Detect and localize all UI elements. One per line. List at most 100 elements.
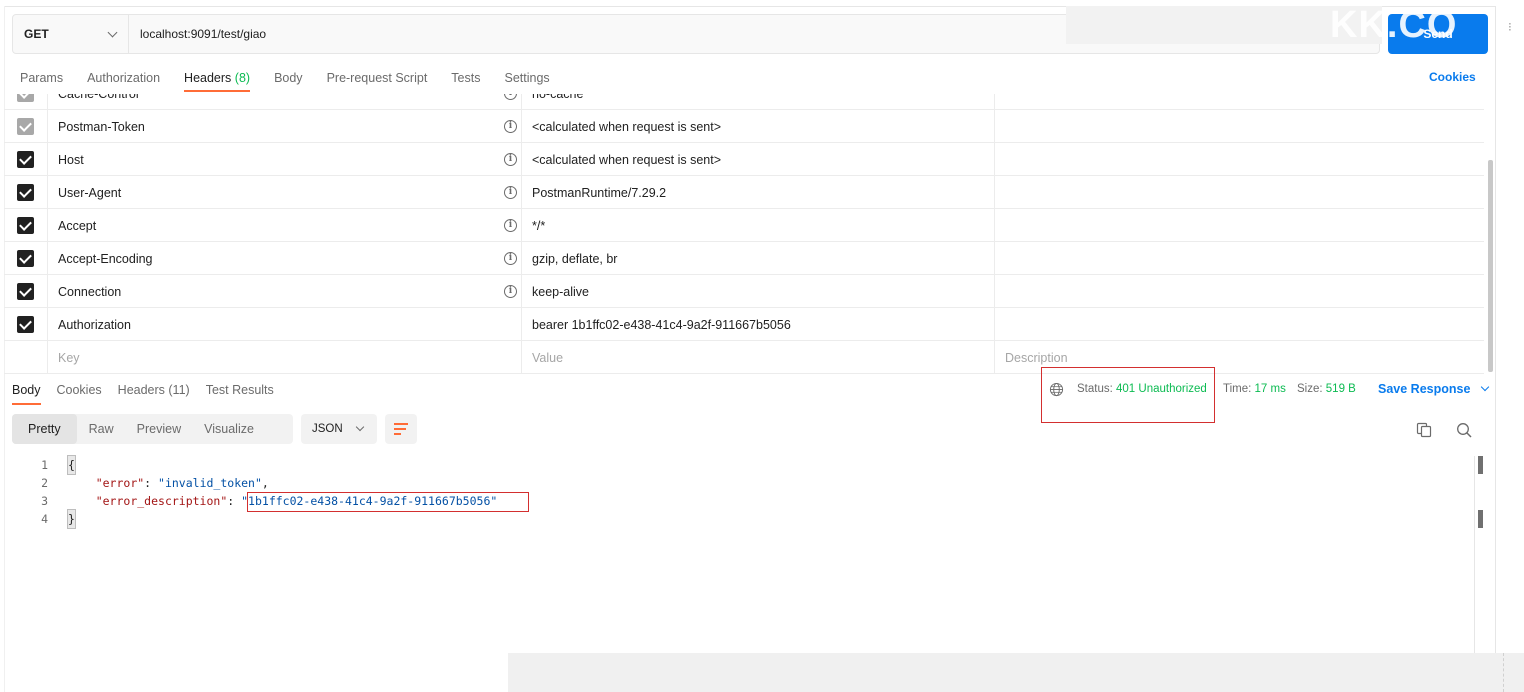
checkbox-cell [4,209,48,242]
info-icon[interactable]: i [504,252,517,265]
value-cell[interactable]: <calculated when request is sent> [522,110,995,143]
checkbox-cell [4,143,48,176]
key-cell[interactable]: Postman-Token i [48,110,522,143]
status-label: Status: [1077,383,1113,395]
info-icon[interactable]: i [504,120,517,133]
code-line: 2 "error": "invalid_token", [12,474,1472,492]
info-icon[interactable]: i [504,285,517,298]
value-cell[interactable]: <calculated when request is sent> [522,143,995,176]
size-meta: Size: 519 B [1297,383,1356,395]
enabled-checkbox[interactable] [17,250,34,267]
response-tabs: Body Cookies Headers (11) Test Results [4,376,282,406]
description-cell[interactable] [995,275,1484,308]
tab-settings[interactable]: Settings [496,62,557,94]
method-select[interactable]: GET [13,15,129,53]
checkbox-cell [4,242,48,275]
send-label: Send [1423,27,1453,41]
checkbox-cell [4,341,48,374]
value-cell[interactable]: gzip, deflate, br [522,242,995,275]
tab-tests[interactable]: Tests [443,62,488,94]
description-input[interactable]: Description [995,341,1484,374]
view-raw-button[interactable]: Raw [78,414,125,444]
info-icon[interactable]: i [504,153,517,166]
tab-label: Pre-request Script [326,71,428,85]
search-icon[interactable] [1456,422,1472,438]
tab-pre-request-script[interactable]: Pre-request Script [319,62,436,94]
value-input[interactable]: Value [522,341,995,374]
value-cell[interactable]: keep-alive [522,275,995,308]
key-cell[interactable]: Authorization [48,308,522,341]
description-cell[interactable] [995,176,1484,209]
key-cell[interactable]: Connection i [48,275,522,308]
response-body-editor[interactable]: 1{2 "error": "invalid_token", 3 "error_de… [12,455,1472,546]
description-cell[interactable] [995,143,1484,176]
key-cell[interactable]: Accept-Encoding i [48,242,522,275]
enabled-checkbox[interactable] [17,151,34,168]
value-cell[interactable]: no-cache [522,94,995,110]
time-meta: Time: 17 ms [1223,383,1286,395]
value-cell[interactable]: bearer 1b1ffc02-e438-41c4-9a2f-911667b50… [522,308,995,341]
json-punctuation [68,476,96,490]
json-string: "invalid_token" [158,476,262,490]
table-row: Host i <calculated when request is sent> [4,143,1484,176]
header-key: User-Agent [58,185,122,200]
enabled-checkbox[interactable] [17,184,34,201]
wrap-lines-button[interactable] [385,414,417,444]
info-icon[interactable]: i [504,219,517,232]
tab-params[interactable]: Params [12,62,71,94]
enabled-checkbox[interactable] [17,217,34,234]
json-key: "error_description" [95,494,228,508]
tab-headers[interactable]: Headers (8) [176,62,258,94]
header-key: Cache-Control [58,94,139,101]
scrollbar-thumb[interactable] [1488,160,1493,372]
table-row: Cache-Control i no-cache [4,94,1484,110]
description-cell[interactable] [995,209,1484,242]
code-text: { [67,455,76,475]
info-icon[interactable]: i [504,186,517,199]
key-cell[interactable]: Host i [48,143,522,176]
table-row: Postman-Token i <calculated when request i… [4,110,1484,143]
response-tab-cookies[interactable]: Cookies [49,376,110,404]
description-cell[interactable] [995,110,1484,143]
description-cell[interactable] [995,94,1484,110]
view-visualize-button[interactable]: Visualize [193,414,265,444]
response-tab-test-results[interactable]: Test Results [198,376,282,404]
send-button[interactable]: Send [1388,14,1488,54]
value-cell[interactable]: */* [522,209,995,242]
view-pretty-button[interactable]: Pretty [12,414,77,444]
editor-scroll-marker [1478,456,1483,474]
more-options-icon[interactable]: ⁝ [1508,20,1512,34]
description-cell[interactable] [995,242,1484,275]
copy-icon[interactable] [1416,422,1432,438]
tab-body[interactable]: Body [266,62,311,94]
checkbox-cell [4,275,48,308]
chevron-down-icon [1480,382,1490,392]
description-cell[interactable] [995,308,1484,341]
tab-label: Authorization [87,71,161,85]
enabled-checkbox[interactable] [17,118,34,135]
format-select[interactable]: JSON [301,414,377,444]
enabled-checkbox[interactable] [17,94,34,102]
tab-label: Tests [451,71,481,85]
code-line: 4} [12,509,1472,529]
cookies-link[interactable]: Cookies [1429,70,1476,84]
value-cell[interactable]: PostmanRuntime/7.29.2 [522,176,995,209]
checkbox-cell [4,110,48,143]
enabled-checkbox[interactable] [17,283,34,300]
globe-icon[interactable] [1049,382,1064,397]
enabled-checkbox[interactable] [17,316,34,333]
info-icon[interactable]: i [504,94,517,100]
key-cell[interactable]: User-Agent i [48,176,522,209]
table-row: User-Agent i PostmanRuntime/7.29.2 [4,176,1484,209]
view-preview-button[interactable]: Preview [126,414,192,444]
tab-authorization[interactable]: Authorization [79,62,168,94]
save-response-button[interactable]: Save Response [1378,382,1490,396]
key-cell[interactable]: Accept i [48,209,522,242]
tab-count-badge: (8) [234,71,251,85]
status-meta: Status: 401 Unauthorized [1077,383,1207,395]
header-value: gzip, deflate, br [532,251,618,266]
response-tab-headers[interactable]: Headers (11) [110,376,198,404]
key-input[interactable]: Key [48,341,522,374]
key-cell[interactable]: Cache-Control i [48,94,522,110]
response-tab-body[interactable]: Body [4,376,49,405]
